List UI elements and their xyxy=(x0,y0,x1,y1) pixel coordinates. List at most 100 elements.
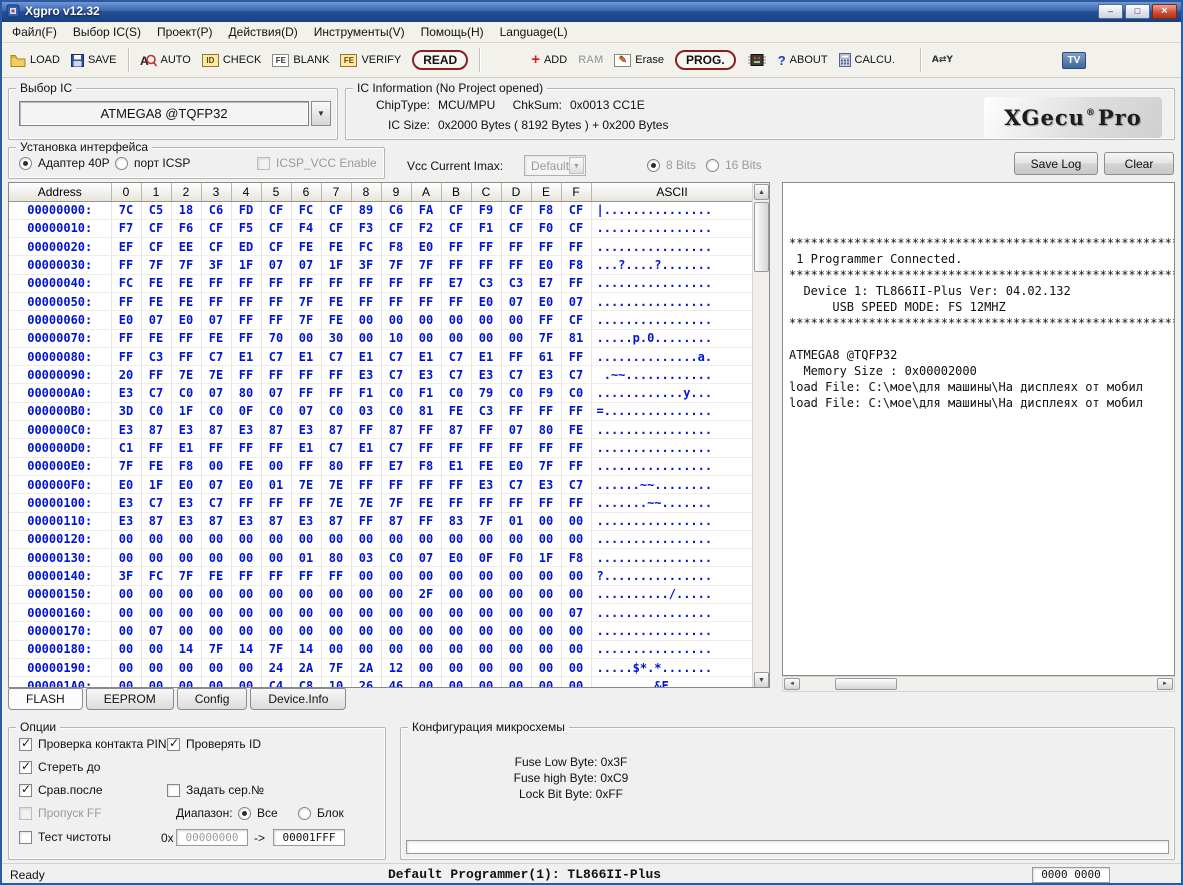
save-button[interactable]: SAVE xyxy=(71,54,117,67)
hex-byte[interactable]: FF xyxy=(351,475,381,493)
hex-byte[interactable]: C7 xyxy=(321,439,351,457)
hex-byte[interactable]: FC xyxy=(111,274,141,292)
hex-byte[interactable]: 80 xyxy=(321,457,351,475)
hex-byte[interactable]: 00 xyxy=(321,530,351,548)
hex-byte[interactable]: C7 xyxy=(141,494,171,512)
close-button[interactable]: × xyxy=(1152,4,1177,19)
hex-byte[interactable]: CF xyxy=(321,219,351,237)
hex-byte[interactable]: 00 xyxy=(531,530,561,548)
hex-byte[interactable]: 00 xyxy=(561,567,591,585)
hex-byte[interactable]: C3 xyxy=(471,274,501,292)
hex-byte[interactable]: FF xyxy=(441,475,471,493)
hex-byte[interactable]: CF xyxy=(201,219,231,237)
menu-item[interactable]: Файл(F) xyxy=(4,22,65,42)
hex-byte[interactable]: FF xyxy=(321,366,351,384)
hex-byte[interactable]: 00 xyxy=(411,311,441,329)
hex-byte[interactable]: 00 xyxy=(261,622,291,640)
hex-byte[interactable]: 1F xyxy=(231,256,261,274)
hex-byte[interactable]: 10 xyxy=(321,677,351,688)
hex-byte[interactable]: 00 xyxy=(561,677,591,688)
hex-byte[interactable]: FF xyxy=(261,311,291,329)
range-all-radio[interactable]: Все xyxy=(238,806,278,820)
hex-byte[interactable]: 00 xyxy=(291,604,321,622)
hex-byte[interactable]: 00 xyxy=(441,311,471,329)
range-from-field[interactable]: 00000000 xyxy=(176,829,248,846)
hex-byte[interactable]: 87 xyxy=(141,512,171,530)
hex-byte[interactable]: 7F xyxy=(141,256,171,274)
hex-byte[interactable]: 14 xyxy=(291,640,321,658)
hex-byte[interactable]: FF xyxy=(531,311,561,329)
hex-byte[interactable]: 14 xyxy=(171,640,201,658)
hex-byte[interactable]: FF xyxy=(381,475,411,493)
hex-byte[interactable]: 00 xyxy=(561,530,591,548)
hex-byte[interactable]: FE xyxy=(561,421,591,439)
hex-byte[interactable]: 00 xyxy=(531,677,561,688)
hex-byte[interactable]: FF xyxy=(231,439,261,457)
hex-byte[interactable]: 00 xyxy=(231,677,261,688)
hex-byte[interactable]: FF xyxy=(321,567,351,585)
hex-byte[interactable]: FF xyxy=(291,384,321,402)
hex-byte[interactable]: E3 xyxy=(471,366,501,384)
scroll-down-arrow-icon[interactable]: ▼ xyxy=(754,672,769,688)
hex-byte[interactable]: 00 xyxy=(351,604,381,622)
hex-byte[interactable]: 00 xyxy=(561,640,591,658)
hex-byte[interactable]: FE xyxy=(141,457,171,475)
hex-byte[interactable]: 80 xyxy=(531,421,561,439)
hex-byte[interactable]: E1 xyxy=(171,439,201,457)
hex-byte[interactable]: FC xyxy=(141,567,171,585)
hex-byte[interactable]: 07 xyxy=(411,549,441,567)
hex-byte[interactable]: FF xyxy=(411,512,441,530)
hex-byte[interactable]: 00 xyxy=(351,329,381,347)
hex-byte[interactable]: 00 xyxy=(411,604,441,622)
hex-byte[interactable]: C7 xyxy=(561,366,591,384)
hex-byte[interactable]: E0 xyxy=(171,311,201,329)
hex-byte[interactable]: 87 xyxy=(441,421,471,439)
hex-byte[interactable]: 7F xyxy=(381,256,411,274)
hex-byte[interactable]: 00 xyxy=(321,604,351,622)
hex-byte[interactable]: C5 xyxy=(141,201,171,219)
hex-byte[interactable]: 00 xyxy=(471,329,501,347)
hex-byte[interactable]: E0 xyxy=(111,475,141,493)
hex-byte[interactable]: E1 xyxy=(441,457,471,475)
hex-byte[interactable]: 00 xyxy=(441,658,471,676)
hex-byte[interactable]: E0 xyxy=(411,238,441,256)
hex-byte[interactable]: 00 xyxy=(501,622,531,640)
hex-byte[interactable]: FF xyxy=(531,238,561,256)
hex-byte[interactable]: FF xyxy=(231,494,261,512)
verify-after-checkbox[interactable]: Срав.после xyxy=(19,783,103,797)
hex-byte[interactable]: 00 xyxy=(141,658,171,676)
about-button[interactable]: ? ABOUT xyxy=(778,53,828,68)
hex-byte[interactable]: FF xyxy=(291,494,321,512)
hex-byte[interactable]: 87 xyxy=(381,421,411,439)
hex-byte[interactable]: 00 xyxy=(231,604,261,622)
hex-byte[interactable]: FE xyxy=(291,238,321,256)
hex-byte[interactable]: 00 xyxy=(231,549,261,567)
hex-byte[interactable]: E1 xyxy=(411,347,441,365)
hex-byte[interactable]: FF xyxy=(561,402,591,420)
hex-byte[interactable]: 00 xyxy=(501,677,531,688)
hex-byte[interactable]: 00 xyxy=(561,512,591,530)
hex-byte[interactable]: FF xyxy=(261,567,291,585)
hex-byte[interactable]: CF xyxy=(561,311,591,329)
menu-item[interactable]: Инструменты(V) xyxy=(306,22,413,42)
hex-byte[interactable]: 89 xyxy=(351,201,381,219)
hex-byte[interactable]: F6 xyxy=(171,219,201,237)
hex-byte[interactable]: E1 xyxy=(291,439,321,457)
hex-byte[interactable]: F1 xyxy=(471,219,501,237)
hex-byte[interactable]: FF xyxy=(171,329,201,347)
menu-item[interactable]: Действия(D) xyxy=(221,22,306,42)
hex-byte[interactable]: FF xyxy=(531,494,561,512)
hex-byte[interactable]: FF xyxy=(351,512,381,530)
hex-byte[interactable]: 07 xyxy=(261,384,291,402)
hex-byte[interactable]: FF xyxy=(231,274,261,292)
hex-byte[interactable]: 7E xyxy=(321,494,351,512)
scrollbar-thumb[interactable] xyxy=(754,202,769,272)
hex-byte[interactable]: 7E xyxy=(351,494,381,512)
hex-byte[interactable]: CF xyxy=(561,201,591,219)
hex-byte[interactable]: F8 xyxy=(561,256,591,274)
hex-byte[interactable]: E0 xyxy=(111,311,141,329)
hex-byte[interactable]: F8 xyxy=(411,457,441,475)
hex-byte[interactable]: 00 xyxy=(141,585,171,603)
hex-byte[interactable]: 00 xyxy=(111,622,141,640)
hex-byte[interactable]: CF xyxy=(261,201,291,219)
